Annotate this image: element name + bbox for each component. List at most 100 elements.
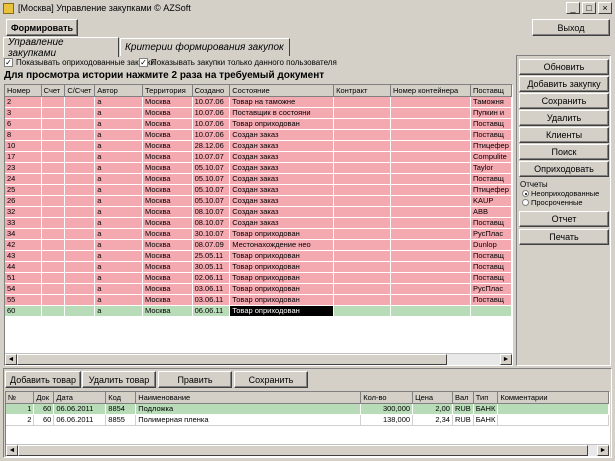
- form-button[interactable]: Формировать: [6, 19, 78, 36]
- purchases-column-header[interactable]: Создано: [192, 85, 231, 97]
- item-cell-price: 2,00: [412, 403, 453, 415]
- report-button[interactable]: Отчет: [519, 211, 609, 227]
- purchase-row[interactable]: 42 a Москва 08.07.09 Местонахождение нео Dunl…: [5, 239, 512, 251]
- purchases-column-header[interactable]: Контракт: [333, 85, 391, 97]
- items-column-header[interactable]: Комментарии: [497, 392, 609, 404]
- add-purchase-button[interactable]: Добавить закупку: [519, 76, 609, 92]
- purchase-cell-num: 43: [5, 250, 42, 262]
- purchase-cell-contract: [333, 195, 391, 207]
- items-column-header[interactable]: Тип: [473, 392, 499, 404]
- items-column-header[interactable]: Док: [33, 392, 55, 404]
- purchase-row[interactable]: 2 a Москва 10.07.06 Товар на таможне Таможня: [5, 96, 512, 108]
- purchase-row[interactable]: 55 a Москва 03.06.11 Товар оприходован Постав…: [5, 294, 512, 306]
- purchases-column-header[interactable]: Автор: [94, 85, 143, 97]
- purchases-column-header[interactable]: С/Счет: [64, 85, 96, 97]
- purchase-row[interactable]: 10 a Москва 28.12.06 Создан заказ Птицефер: [5, 140, 512, 152]
- save-purchase-button[interactable]: Сохранить: [519, 93, 609, 109]
- purchase-cell-state: Создан заказ: [229, 129, 335, 141]
- minimize-button[interactable]: _: [566, 2, 580, 14]
- items-grid[interactable]: № Док Дата Код Наименование Кол-во Цена Вал Тип К…: [5, 391, 610, 457]
- items-column-header[interactable]: №: [6, 392, 35, 404]
- purchase-cell-territory: Москва: [142, 283, 193, 295]
- items-scroll-thumb[interactable]: [18, 445, 588, 456]
- report-option-overdue[interactable]: Просроченные: [522, 198, 608, 207]
- items-column-header[interactable]: Наименование: [135, 392, 362, 404]
- purchase-cell-supplier: Поставщ: [470, 272, 512, 284]
- items-table: № Док Дата Код Наименование Кол-во Цена Вал Тип К…: [6, 392, 609, 426]
- items-scroll-left-arrow-icon[interactable]: ◄: [6, 445, 18, 456]
- delete-button[interactable]: Удалить: [519, 110, 609, 126]
- purchases-grid[interactable]: Номер Счет С/Счет Автор Территория Создано Сос…: [4, 84, 513, 366]
- purchase-row[interactable]: 26 a Москва 05.10.07 Создан заказ KAUP: [5, 195, 512, 207]
- purchases-column-header[interactable]: Поставщ: [470, 85, 512, 97]
- edit-item-button[interactable]: Править: [158, 371, 232, 388]
- print-button[interactable]: Печать: [519, 229, 609, 245]
- show-received-option[interactable]: ✓ Показывать оприходованные закупки: [4, 58, 155, 67]
- items-column-header[interactable]: Вал: [452, 392, 474, 404]
- purchase-cell-contract: [333, 151, 391, 163]
- purchase-cell-container: [390, 151, 471, 163]
- remove-item-button[interactable]: Удалить товар: [82, 371, 156, 388]
- scroll-right-arrow-icon[interactable]: ►: [500, 354, 512, 365]
- purchases-hscrollbar[interactable]: ◄ ►: [5, 353, 512, 365]
- purchase-row[interactable]: 54 a Москва 03.06.11 Товар оприходован РусПла…: [5, 283, 512, 295]
- purchase-row[interactable]: 43 a Москва 25.05.11 Товар оприходован Постав…: [5, 250, 512, 262]
- purchase-row[interactable]: 23 a Москва 05.10.07 Создан заказ Taylor: [5, 162, 512, 174]
- unreceived-radio[interactable]: [522, 190, 529, 197]
- purchase-row[interactable]: 6 a Москва 10.07.06 Товар оприходован Поставщ: [5, 118, 512, 130]
- show-received-checkbox[interactable]: ✓: [4, 58, 13, 67]
- items-hscrollbar[interactable]: ◄ ►: [6, 444, 609, 456]
- purchase-cell-state: Товар оприходован: [229, 261, 335, 273]
- purchases-column-header[interactable]: Номер: [5, 85, 42, 97]
- show-only-user-option[interactable]: ✓ Показывать закупки только данного поль…: [139, 58, 337, 67]
- items-column-header[interactable]: Код: [105, 392, 137, 404]
- overdue-radio[interactable]: [522, 199, 529, 206]
- scroll-left-arrow-icon[interactable]: ◄: [5, 354, 17, 365]
- refresh-button[interactable]: Обновить: [519, 59, 609, 75]
- save-items-button[interactable]: Сохранить: [234, 371, 308, 388]
- clients-button[interactable]: Клиенты: [519, 127, 609, 143]
- purchase-row[interactable]: 24 a Москва 05.10.07 Создан заказ Поставщ: [5, 173, 512, 185]
- purchase-cell-created: 28.12.06: [192, 140, 231, 152]
- purchases-scroll-thumb[interactable]: [17, 354, 447, 365]
- purchase-row[interactable]: 51 a Москва 02.06.11 Товар оприходован Постав…: [5, 272, 512, 284]
- purchase-cell-created: 10.07.06: [192, 129, 231, 141]
- items-column-header[interactable]: Кол-во: [360, 392, 414, 404]
- purchase-cell-account: [41, 217, 66, 229]
- purchases-column-header[interactable]: Состояние: [229, 85, 335, 97]
- item-row[interactable]: 1 60 06.06.2011 8854 Подложка 300,000 2,00 RUB Б…: [6, 403, 609, 415]
- tab-purchase-criteria[interactable]: Критерии формирования закупок: [120, 38, 290, 56]
- close-button[interactable]: ×: [598, 2, 612, 14]
- item-cell-code: 8855: [105, 414, 137, 426]
- purchase-cell-author: a: [94, 272, 143, 284]
- purchases-column-header[interactable]: Счет: [41, 85, 66, 97]
- purchase-cell-subaccount: [64, 206, 96, 218]
- purchase-cell-state: Товар оприходован: [229, 305, 335, 317]
- purchases-column-header[interactable]: Территория: [142, 85, 193, 97]
- purchase-cell-contract: [333, 206, 391, 218]
- receive-button[interactable]: Оприходовать: [519, 161, 609, 177]
- purchases-column-header[interactable]: Номер контейнера: [390, 85, 471, 97]
- purchase-row[interactable]: 25 a Москва 05.10.07 Создан заказ Птицефер: [5, 184, 512, 196]
- search-button[interactable]: Поиск: [519, 144, 609, 160]
- purchase-row[interactable]: 34 a Москва 30.10.07 Товар оприходован РусПла…: [5, 228, 512, 240]
- purchase-cell-subaccount: [64, 151, 96, 163]
- purchase-row[interactable]: 32 a Москва 08.10.07 Создан заказ ABB: [5, 206, 512, 218]
- item-cell-name: Подложка: [135, 403, 362, 415]
- purchase-row[interactable]: 44 a Москва 30.05.11 Товар оприходован Постав…: [5, 261, 512, 273]
- tab-purchase-management[interactable]: Управление закупками: [3, 37, 119, 59]
- purchase-row[interactable]: 3 a Москва 10.07.06 Поставщик в состояни Пупк…: [5, 107, 512, 119]
- items-scroll-right-arrow-icon[interactable]: ►: [597, 445, 609, 456]
- purchase-row[interactable]: 60 a Москва 06.06.11 Товар оприходован: [5, 305, 512, 317]
- item-row[interactable]: 2 60 06.06.2011 8855 Полимерная пленка 138,00…: [6, 414, 609, 426]
- items-column-header[interactable]: Цена: [412, 392, 453, 404]
- maximize-button[interactable]: □: [582, 2, 596, 14]
- purchase-row[interactable]: 8 a Москва 10.07.06 Создан заказ Поставщ: [5, 129, 512, 141]
- purchase-row[interactable]: 17 a Москва 10.07.07 Создан заказ Compulite: [5, 151, 512, 163]
- show-only-user-checkbox[interactable]: ✓: [139, 58, 148, 67]
- purchase-row[interactable]: 33 a Москва 08.10.07 Создан заказ Поставщ: [5, 217, 512, 229]
- exit-button[interactable]: Выход: [532, 19, 610, 36]
- report-option-unreceived[interactable]: Неоприходованные: [522, 189, 608, 198]
- items-column-header[interactable]: Дата: [53, 392, 107, 404]
- add-item-button[interactable]: Добавить товар: [5, 371, 81, 388]
